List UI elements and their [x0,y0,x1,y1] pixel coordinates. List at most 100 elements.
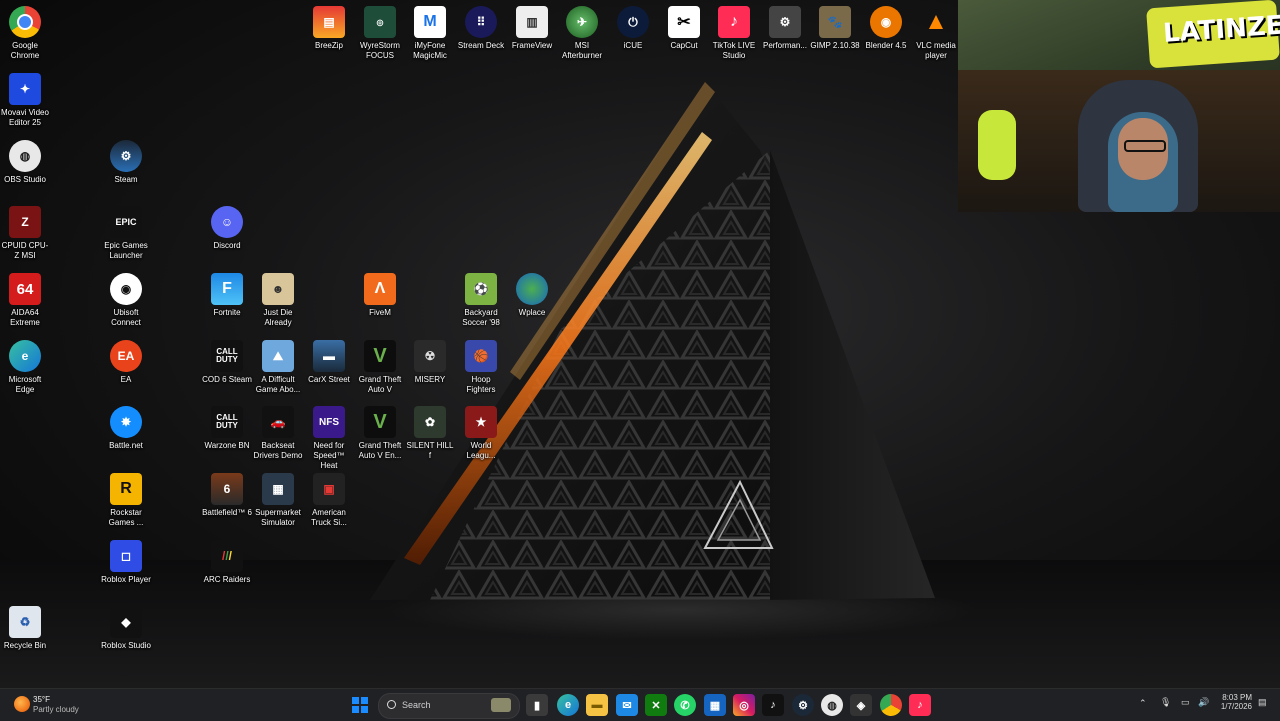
desktop-icon-recycle-bin[interactable]: ♻ Recycle Bin [0,606,50,651]
taskbar-tiktok[interactable]: ♪ [762,694,784,716]
desktop-icon-hoop[interactable]: 🏀 Hoop Fighters [456,340,506,395]
notification-icon[interactable]: ▤ [1258,697,1267,708]
desktop-icon-discord[interactable]: ☺ Discord [202,206,252,251]
desktop-icon-nfs[interactable]: NFS Need for Speed™ Heat [304,406,354,471]
tray-overflow-icon[interactable]: ⌃ [1139,698,1147,709]
carx-icon: ▬ [313,340,345,372]
epic-games-icon: EPIC [110,206,142,238]
desktop-icon-capcut[interactable]: ✂ CapCut [659,6,709,51]
desktop-icon-breezip[interactable]: ▤ BreeZip [304,6,354,51]
backyard-soccer-icon: ⚽ [465,273,497,305]
icon-label: Steam [114,175,138,184]
difficult-game-icon: ⛰ [262,340,294,372]
icon-label: Recycle Bin [3,641,47,650]
taskbar-steam[interactable]: ⚙ [792,694,814,716]
desktop-icon-gta-enhanced[interactable]: V Grand Theft Auto V En... [355,406,405,461]
desktop-icon-tiktok-live[interactable]: ♪ TikTok LIVE Studio [709,6,759,61]
tray-volume-icon[interactable]: 🔊 [1198,697,1209,708]
tray-mic-icon[interactable]: 🎙 [1160,697,1171,708]
obs-icon: ◍ [9,140,41,172]
gta-enhanced-icon: V [364,406,396,438]
taskbar-chrome[interactable] [880,694,902,716]
desktop-icon-frameview[interactable]: ▥ FrameView [507,6,557,51]
ubisoft-icon: ◉ [110,273,142,305]
desktop-icon-backyard[interactable]: ⚽ Backyard Soccer '98 [456,273,506,328]
tray-network-icon[interactable]: ▭ [1181,697,1190,708]
start-button[interactable] [349,694,371,716]
desktop-icon-blender[interactable]: ◉ Blender 4.5 [861,6,911,51]
desktop-icon-roblox-studio[interactable]: ◆ Roblox Studio [101,606,151,651]
desktop-icon-supermarket[interactable]: ▦ Supermarket Simulator [253,473,303,528]
icon-label: Roblox Player [101,575,151,584]
desktop-icon-vlc[interactable]: ▲ VLC media player [911,6,961,61]
desktop-icon-epic[interactable]: EPIC Epic Games Launcher [101,206,151,261]
desktop-icon-google-chrome[interactable]: Google Chrome [0,6,50,61]
icon-label: Movavi Video Editor 25 [1,108,49,127]
search-box[interactable]: Search [378,693,520,719]
taskbar-gta[interactable]: ◈ [850,694,872,716]
desktop-icon-movavi[interactable]: ✦ Movavi Video Editor 25 [0,73,50,128]
icon-label: MSI Afterburner [561,41,603,60]
arc-raiders-icon: / / / [211,540,243,572]
desktop-icon-backseat[interactable]: 🚗 Backseat Drivers Demo [253,406,303,461]
desktop-icon-fivem[interactable]: Λ FiveM [355,273,405,318]
desktop-icon-cpuz[interactable]: Z CPUID CPU-Z MSI [0,206,50,261]
desktop-icon-icue[interactable]: ⏻ iCUE [608,6,658,51]
battlefield-icon: 6 [211,473,243,505]
taskbar-tiktok-live[interactable]: ♪ [909,694,931,716]
desktop-icon-stream-deck[interactable]: ⠿ Stream Deck [456,6,506,51]
icon-label: FiveM [369,308,391,317]
icon-label: Backyard Soccer '98 [462,308,500,327]
icon-label: Blender 4.5 [865,41,907,50]
icon-label: iCUE [623,41,643,50]
taskbar-instagram[interactable]: ◎ [733,694,755,716]
desktop-icon-difficult-game[interactable]: ⛰ A Difficult Game Abo... [253,340,303,395]
desktop-icon-silent-hill[interactable]: ✿ SILENT HILL f [405,406,455,461]
clock[interactable]: 8:03 PM 1/7/2026 [1218,693,1252,711]
desktop-icon-bf6[interactable]: 6 Battlefield™ 6 [202,473,252,518]
desktop-icon-ea[interactable]: EA EA [101,340,151,385]
desktop-icon-just-die[interactable]: ☻ Just Die Already [253,273,303,328]
desktop-icon-gimp[interactable]: 🐾 GIMP 2.10.38 [810,6,860,51]
icon-label: Wplace [518,308,546,317]
icon-label: WyreStorm FOCUS [360,41,400,60]
icon-label: AIDA64 Extreme [10,308,40,327]
taskbar-mail[interactable]: ✉ [616,694,638,716]
icon-label: World Leagu... [466,441,496,460]
desktop-icon-roblox-player[interactable]: ◻ Roblox Player [101,540,151,585]
desktop-icon-wplace[interactable]: Wplace [507,273,557,318]
desktop-icon-afterburner[interactable]: ✈ MSI Afterburner [557,6,607,61]
afterburner-icon: ✈ [566,6,598,38]
backseat-icon: 🚗 [262,406,294,438]
desktop-icon-ubisoft[interactable]: ◉ Ubisoft Connect [101,273,151,328]
desktop-icon-cod6[interactable]: CALL DUTY COD 6 Steam [202,340,252,385]
desktop-icon-ats[interactable]: ▣ American Truck Si... [304,473,354,528]
weather-widget[interactable]: 35°F Partly cloudy [8,694,128,716]
taskbar-task-view[interactable]: ▮ [526,694,548,716]
desktop-icon-edge[interactable]: e Microsoft Edge [0,340,50,395]
desktop-icon-performance[interactable]: ⚙ Performan... [760,6,810,51]
icon-label: BreeZip [314,41,343,50]
desktop-icon-gta[interactable]: V Grand Theft Auto V [355,340,405,395]
desktop-icon-imyfone[interactable]: M iMyFone MagicMic [405,6,455,61]
taskbar-whatsapp[interactable]: ✆ [674,694,696,716]
desktop-icon-steam[interactable]: ⚙ Steam [101,140,151,185]
desktop-icon-aida64[interactable]: 64 AIDA64 Extreme [0,273,50,328]
taskbar-calculator[interactable]: ▦ [704,694,726,716]
taskbar-obs[interactable]: ◍ [821,694,843,716]
desktop-icon-misery[interactable]: ☢ MISERY [405,340,455,385]
desktop-icon-warzone[interactable]: CALL DUTY Warzone BN [202,406,252,451]
taskbar-file-explorer[interactable]: ▬ [586,694,608,716]
desktop-icon-arc-raiders[interactable]: / / / ARC Raiders [202,540,252,585]
desktop-icon-world-league[interactable]: ★ World Leagu... [456,406,506,461]
desktop-icon-obs[interactable]: ◍ OBS Studio [0,140,50,185]
desktop-icon-wyrestorm[interactable]: ◎ WyreStorm FOCUS [355,6,405,61]
desktop-icon-battlenet[interactable]: ✸ Battle.net [101,406,151,451]
desktop-icon-rockstar[interactable]: R Rockstar Games ... [101,473,151,528]
desktop-icon-fortnite[interactable]: F Fortnite [202,273,252,318]
icon-label: Discord [213,241,241,250]
taskbar-xbox[interactable]: ✕ [645,694,667,716]
desktop-icon-carx[interactable]: ▬ CarX Street [304,340,354,385]
breezip-icon: ▤ [313,6,345,38]
taskbar-edge[interactable]: e [557,694,579,716]
